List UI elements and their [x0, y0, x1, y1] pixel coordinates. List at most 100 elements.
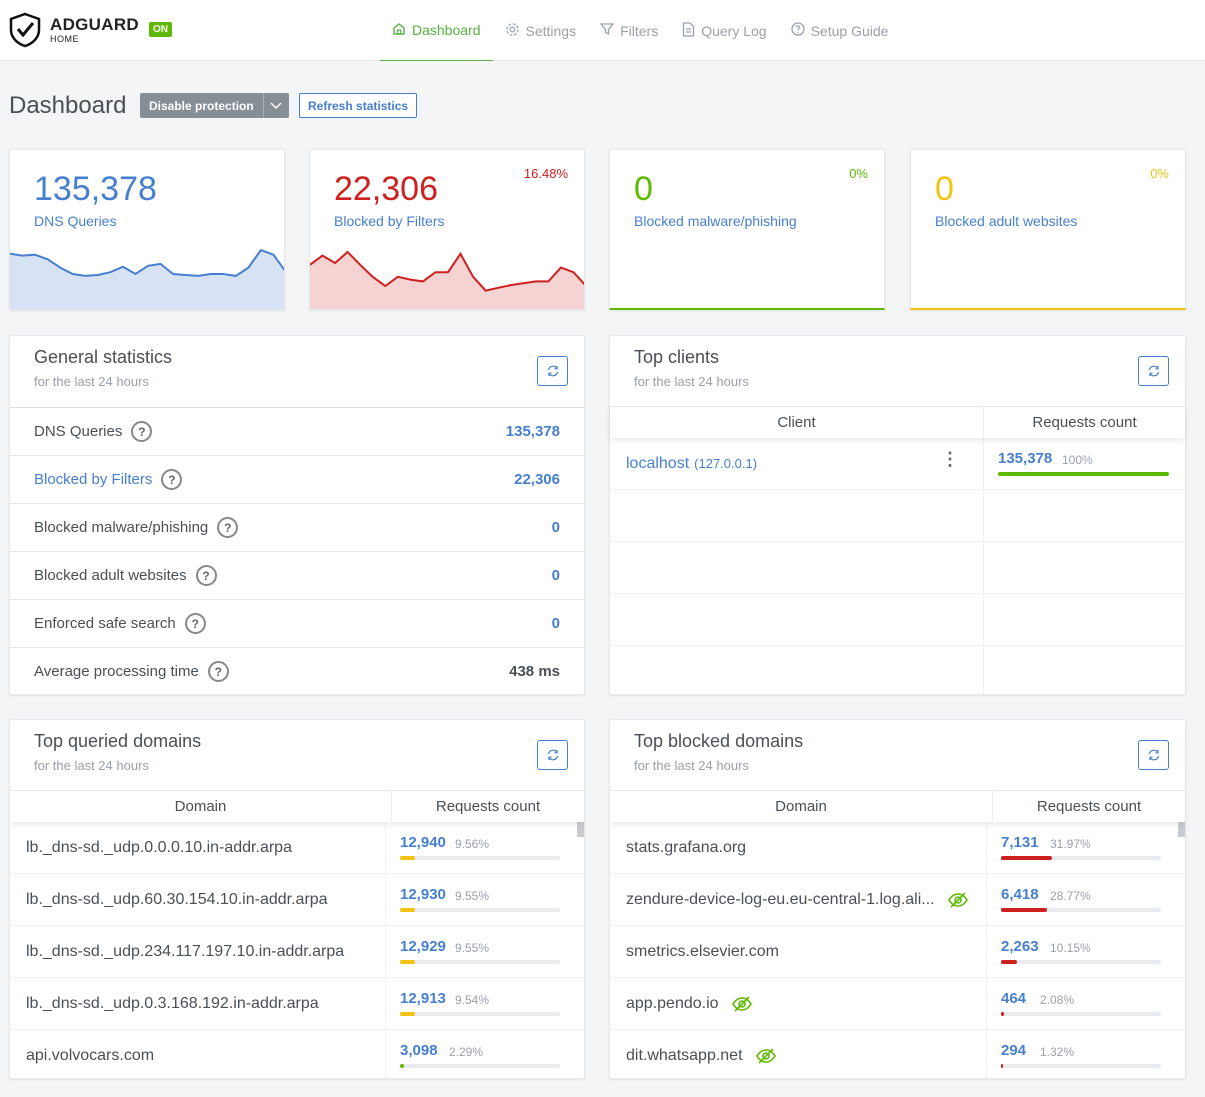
column-header-requests[interactable]: Requests count [392, 791, 584, 822]
table-row: smetrics.elsevier.com 2,263 10.15% [610, 926, 1185, 978]
empty-row [610, 490, 1185, 542]
client-name-link[interactable]: localhost [626, 455, 689, 473]
top-clients-panel: Top clients for the last 24 hours Client… [609, 335, 1186, 695]
help-icon[interactable]: ? [184, 613, 206, 634]
help-icon[interactable]: ? [207, 661, 229, 682]
chevron-down-icon[interactable] [262, 93, 289, 118]
eye-off-icon[interactable] [755, 1047, 777, 1064]
domain-name[interactable]: app.pendo.io [626, 995, 719, 1013]
column-header-requests[interactable]: Requests count [993, 791, 1185, 822]
requests-cell: 12,940 9.56% [386, 822, 576, 873]
help-icon[interactable]: ? [195, 565, 217, 586]
progress-fill [400, 1012, 416, 1016]
disable-protection-button[interactable]: Disable protection [140, 93, 289, 118]
panel-subtitle: for the last 24 hours [34, 374, 149, 389]
table-row: app.pendo.io 464 2.08% [610, 978, 1185, 1030]
protection-status-badge: ON [149, 22, 172, 37]
column-header-domain[interactable]: Domain [10, 791, 392, 822]
general-row-blocked-filters: Blocked by Filters ? 22,306 [10, 455, 584, 503]
table-row: zendure-device-log-eu.eu-central-1.log.a… [610, 874, 1185, 926]
nav-dashboard[interactable]: Dashboard [380, 0, 493, 61]
nav-setup-guide[interactable]: Setup Guide [779, 0, 901, 61]
refresh-icon[interactable] [1138, 740, 1169, 770]
refresh-icon[interactable] [1138, 356, 1169, 386]
help-icon[interactable]: ? [131, 421, 153, 442]
request-count: 12,930 [400, 886, 446, 903]
request-percent: 100% [1062, 453, 1093, 467]
help-icon[interactable]: ? [161, 469, 183, 490]
logo-title: ADGUARD [50, 15, 139, 34]
blocked-by-filters-link[interactable]: Blocked by Filters [34, 471, 152, 488]
panel-subtitle: for the last 24 hours [34, 758, 149, 773]
progress-bar [1001, 1012, 1161, 1016]
domain-cell: lb._dns-sd._udp.60.30.154.10.in-addr.arp… [10, 874, 386, 925]
domain-name[interactable]: api.volvocars.com [26, 1047, 154, 1065]
stat-percent: 0% [849, 166, 868, 181]
requests-cell: 12,929 9.55% [386, 926, 576, 977]
domain-name[interactable]: smetrics.elsevier.com [626, 943, 779, 961]
client-ip: (127.0.0.1) [694, 456, 758, 471]
empty-row [610, 542, 1185, 594]
request-count: 2,263 [1001, 938, 1039, 955]
blocked-filters-sparkline [310, 250, 584, 309]
stat-value: 135,378 [34, 170, 157, 208]
table-header: Domain Requests count [610, 790, 1185, 822]
help-icon[interactable]: ? [217, 517, 239, 538]
panel-title: Top blocked domains [634, 731, 804, 751]
requests-cell: 12,913 9.54% [386, 978, 576, 1029]
column-header-requests[interactable]: Requests count [984, 407, 1185, 438]
progress-bar [400, 908, 560, 912]
domain-name[interactable]: dit.whatsapp.net [626, 1047, 743, 1065]
progress-fill [1001, 856, 1053, 860]
general-statistics-panel: General statistics for the last 24 hours… [9, 335, 585, 695]
request-count: 6,418 [1001, 886, 1039, 903]
domain-name[interactable]: lb._dns-sd._udp.234.117.197.10.in-addr.a… [26, 943, 344, 961]
requests-cell: 135,378 100% [984, 438, 1185, 489]
refresh-statistics-button[interactable]: Refresh statistics [299, 93, 418, 118]
panel-subtitle: for the last 24 hours [634, 758, 749, 773]
request-count: 12,929 [400, 938, 446, 955]
domain-name[interactable]: lb._dns-sd._udp.60.30.154.10.in-addr.arp… [26, 891, 328, 909]
domain-cell: app.pendo.io [610, 978, 987, 1029]
domain-name[interactable]: lb._dns-sd._udp.0.0.0.10.in-addr.arpa [26, 839, 292, 857]
domain-cell: zendure-device-log-eu.eu-central-1.log.a… [610, 874, 987, 925]
table-row: localhost (127.0.0.1) ⋮ 135,378 100% [610, 438, 1185, 490]
eye-off-icon[interactable] [731, 995, 753, 1012]
adguard-logo[interactable]: ADGUARD HOME [8, 12, 139, 48]
dns-queries-sparkline [10, 248, 284, 309]
row-value: 438 ms [509, 663, 560, 680]
stat-value: 0 [935, 170, 954, 208]
panel-title: Top queried domains [34, 731, 202, 751]
general-row-dns-queries: DNS Queries ? 135,378 [10, 407, 584, 455]
refresh-icon[interactable] [537, 356, 568, 386]
nav-filters[interactable]: Filters [588, 0, 670, 61]
request-percent: 2.08% [1040, 993, 1075, 1007]
domain-cell: api.volvocars.com [10, 1030, 386, 1078]
domain-name[interactable]: stats.grafana.org [626, 839, 746, 857]
refresh-icon[interactable] [537, 740, 568, 770]
top-blocked-domains-panel: Top blocked domains for the last 24 hour… [609, 719, 1186, 1079]
more-vertical-icon[interactable]: ⋮ [941, 450, 959, 468]
progress-bar [1001, 908, 1161, 912]
sparkline-area [10, 250, 284, 309]
nav-query-log[interactable]: Query Log [670, 0, 778, 61]
progress-fill [400, 908, 416, 912]
request-count: 294 [1001, 1042, 1027, 1059]
column-header-domain[interactable]: Domain [610, 791, 993, 822]
domain-cell: lb._dns-sd._udp.0.0.0.10.in-addr.arpa [10, 822, 386, 873]
progress-fill [400, 1064, 404, 1068]
row-value: 0 [551, 519, 560, 536]
request-count: 135,378 [998, 450, 1053, 467]
domain-name[interactable]: zendure-device-log-eu.eu-central-1.log.a… [626, 891, 935, 909]
domain-name[interactable]: lb._dns-sd._udp.0.3.168.192.in-addr.arpa [26, 995, 319, 1013]
request-count: 3,098 [400, 1042, 438, 1059]
column-header-client[interactable]: Client [610, 407, 984, 438]
row-value: 22,306 [514, 471, 560, 488]
nav-settings[interactable]: Settings [493, 0, 589, 61]
progress-fill [998, 472, 1169, 476]
eye-off-icon[interactable] [947, 891, 969, 908]
progress-bar [1001, 856, 1161, 860]
main-nav: Dashboard Settings Filters Query Log Set… [380, 0, 900, 61]
home-icon [392, 22, 406, 39]
progress-bar [400, 856, 560, 860]
